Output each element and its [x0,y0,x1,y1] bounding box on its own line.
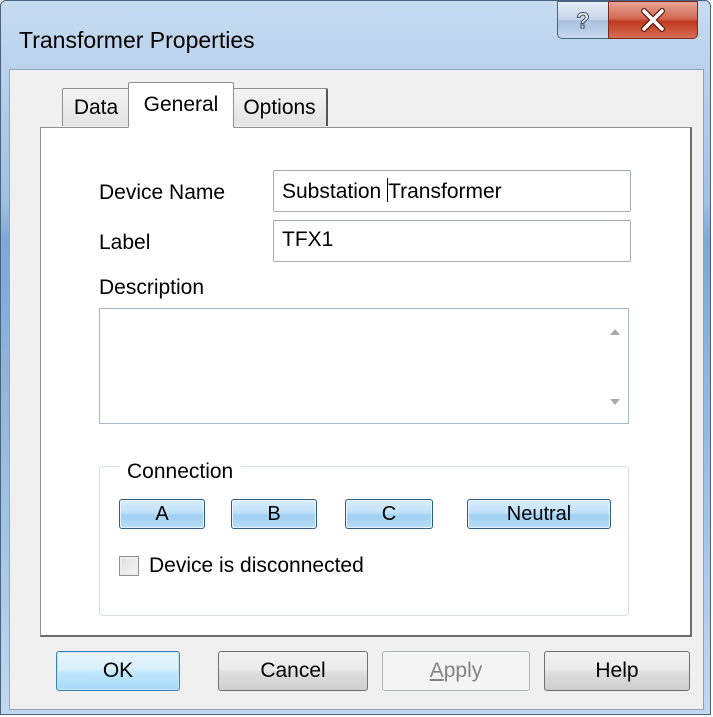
transformer-properties-dialog: Transformer Properties ? Data General Op… [0,0,711,715]
connection-group-title: Connection [119,460,242,484]
connection-groupbox [99,466,629,616]
description-scrollbar[interactable] [602,309,628,423]
phase-a-label: A [155,502,169,525]
tab-general[interactable]: General [128,82,234,128]
disconnected-checkbox[interactable] [119,556,139,576]
ok-label: OK [102,659,134,682]
description-label: Description [99,276,205,299]
device-name-text-after: Transformer [388,180,502,203]
tab-general-label: General [143,93,219,116]
general-tab-panel: Device Name Substation Transformer Label… [40,127,692,637]
close-caption-button[interactable] [608,1,698,39]
phase-b-button[interactable]: B [231,499,317,529]
tab-options-label: Options [243,95,316,119]
label-label: Label [99,231,151,254]
tab-options[interactable]: Options [232,88,328,126]
scroll-up-arrow-icon[interactable] [610,329,620,335]
ok-button[interactable]: OK [56,651,180,691]
apply-label: Apply [430,659,483,683]
svg-text:?: ? [576,8,589,33]
dialog-client-area: Data General Options Device Name Substat… [9,69,704,710]
title-bar[interactable]: Transformer Properties ? [1,1,712,71]
apply-label-rest: pply [443,659,483,682]
device-name-label: Device Name [99,181,226,204]
label-input[interactable]: TFX1 [273,220,631,262]
neutral-button[interactable]: Neutral [467,499,611,529]
neutral-label: Neutral [506,502,572,525]
device-name-text-before: Substation [282,180,388,203]
scroll-down-arrow-icon[interactable] [610,399,620,405]
phase-c-button[interactable]: C [345,499,433,529]
apply-mnemonic: A [429,659,444,682]
device-name-input[interactable]: Substation Transformer [273,170,631,212]
help-label: Help [595,659,639,682]
help-button[interactable]: Help [544,651,690,691]
phase-b-label: B [267,502,281,525]
phase-a-button[interactable]: A [119,499,205,529]
tab-data[interactable]: Data [62,88,130,126]
disconnected-label[interactable]: Device is disconnected [149,554,364,578]
help-caption-button[interactable]: ? [557,1,609,39]
cancel-label: Cancel [260,659,326,682]
question-mark-icon: ? [576,8,590,34]
description-textarea[interactable] [99,308,629,424]
cancel-button[interactable]: Cancel [218,651,368,691]
tab-data-label: Data [73,95,119,119]
apply-button[interactable]: Apply [382,651,530,691]
close-icon [641,8,665,32]
window-title: Transformer Properties [19,27,255,53]
phase-c-label: C [381,502,397,525]
